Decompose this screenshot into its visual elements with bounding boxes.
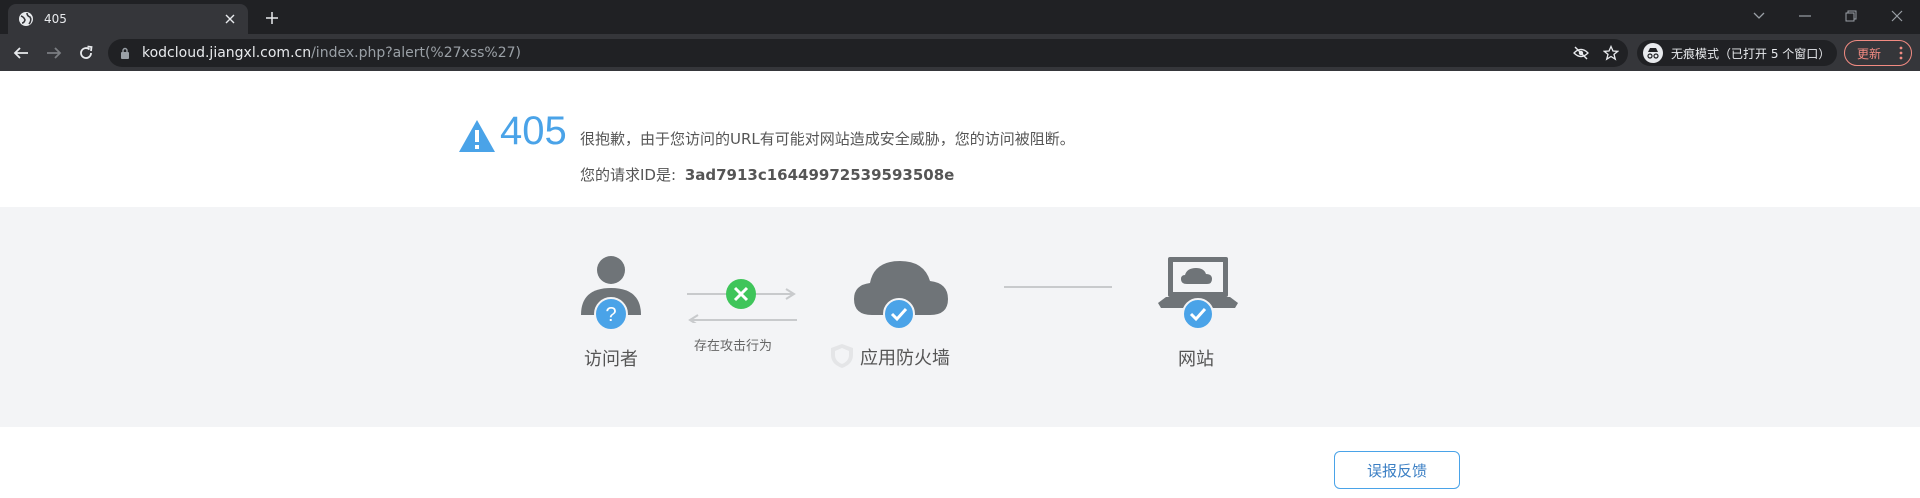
page-content: 405 很抱歉，由于您访问的URL有可能对网站造成安全威胁，您的访问被阻断。 您…: [0, 71, 1920, 498]
tab-active[interactable]: 405: [8, 4, 248, 34]
attack-arrows: [687, 279, 797, 323]
globe-icon: [19, 12, 33, 26]
tab-search-chevron-icon[interactable]: [1744, 5, 1774, 27]
address-bar[interactable]: kodcloud.jiangxl.com.cn/index.php?alert(…: [108, 39, 1628, 67]
minimize-icon[interactable]: [1790, 5, 1820, 27]
tab-strip: 405: [0, 0, 1920, 34]
false-positive-feedback-button[interactable]: 误报反馈: [1334, 451, 1460, 489]
browser-toolbar: kodcloud.jiangxl.com.cn/index.php?alert(…: [0, 34, 1920, 71]
lock-icon[interactable]: [120, 47, 130, 59]
shield-icon: [831, 344, 853, 368]
visitor-icon: ?: [581, 256, 641, 331]
attack-label: 存在攻击行为: [694, 339, 773, 354]
request-id-value: 3ad7913c16449972539593508e: [684, 166, 955, 184]
update-button[interactable]: 更新: [1844, 40, 1912, 66]
tab-title: 405: [44, 12, 67, 26]
incognito-icon: [1643, 43, 1663, 63]
svg-text:?: ?: [605, 304, 616, 326]
warning-icon: [459, 120, 495, 152]
forward-arrow-icon[interactable]: [42, 41, 66, 65]
url-path: /index.php?alert(%27xss%27): [311, 45, 521, 61]
error-message: 很抱歉，由于您访问的URL有可能对网站造成安全威胁，您的访问被阻断。: [580, 130, 1075, 148]
flow-diagram: ? 访问者 存在攻击行为 应用防火墙 网站: [0, 207, 1920, 427]
eye-off-icon[interactable]: [1572, 44, 1590, 62]
request-id-line: 您的请求ID是: 3ad7913c16449972539593508e: [580, 164, 954, 185]
star-icon[interactable]: [1602, 44, 1620, 62]
new-tab-icon[interactable]: [262, 8, 282, 28]
more-vert-icon: [1899, 46, 1903, 60]
cloud-firewall-icon: [854, 261, 948, 330]
incognito-label: 无痕模式（已打开 5 个窗口）: [1671, 46, 1831, 61]
visitor-label: 访问者: [584, 349, 638, 370]
url-text[interactable]: kodcloud.jiangxl.com.cn/index.php?alert(…: [142, 45, 521, 61]
close-tab-icon[interactable]: [222, 11, 238, 27]
update-label: 更新: [1857, 46, 1882, 61]
url-host: kodcloud.jiangxl.com.cn: [142, 45, 312, 61]
reload-icon[interactable]: [74, 41, 98, 65]
incognito-indicator[interactable]: 无痕模式（已打开 5 个窗口）: [1637, 40, 1837, 66]
feedback-label: 误报反馈: [1366, 461, 1427, 480]
error-code: 405: [500, 109, 567, 153]
firewall-label: 应用防火墙: [860, 348, 950, 369]
restore-icon[interactable]: [1836, 5, 1866, 27]
back-arrow-icon[interactable]: [9, 41, 33, 65]
connector-line: [1004, 286, 1112, 288]
close-window-icon[interactable]: [1882, 5, 1912, 27]
request-id-label: 您的请求ID是:: [580, 166, 677, 184]
website-label: 网站: [1178, 349, 1214, 370]
laptop-icon: [1158, 257, 1238, 330]
